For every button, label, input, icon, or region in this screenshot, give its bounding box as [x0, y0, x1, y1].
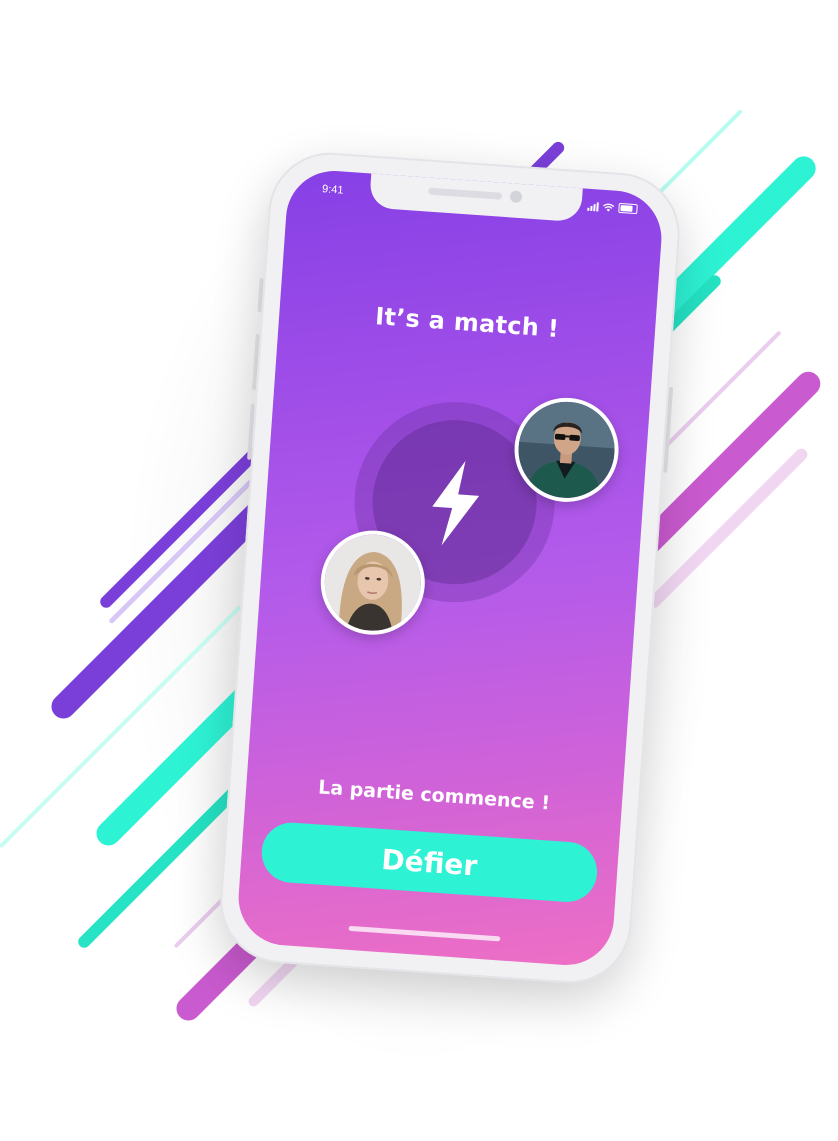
status-time: 9:41: [321, 183, 344, 197]
wifi-icon: [603, 203, 615, 212]
match-title: It’s a match !: [374, 302, 561, 343]
match-subtitle: La partie commence !: [317, 776, 551, 815]
lightning-bolt-icon: [432, 460, 480, 546]
status-icons: [587, 201, 638, 215]
phone-device: 9:41 It’s a match ! La partie commence !…: [216, 148, 684, 988]
front-camera: [509, 190, 523, 204]
promo-stage: 9:41 It’s a match ! La partie commence !…: [0, 0, 838, 1141]
speaker-grille: [427, 187, 503, 200]
signal-icon: [587, 201, 599, 211]
home-indicator[interactable]: [348, 925, 501, 942]
avatar-photo-male: [515, 398, 618, 502]
avatar-photo-female: [321, 531, 425, 634]
challenge-button[interactable]: Défier: [259, 820, 600, 904]
battery-icon: [618, 202, 638, 215]
match-screen: 9:41 It’s a match ! La partie commence !…: [235, 167, 665, 969]
